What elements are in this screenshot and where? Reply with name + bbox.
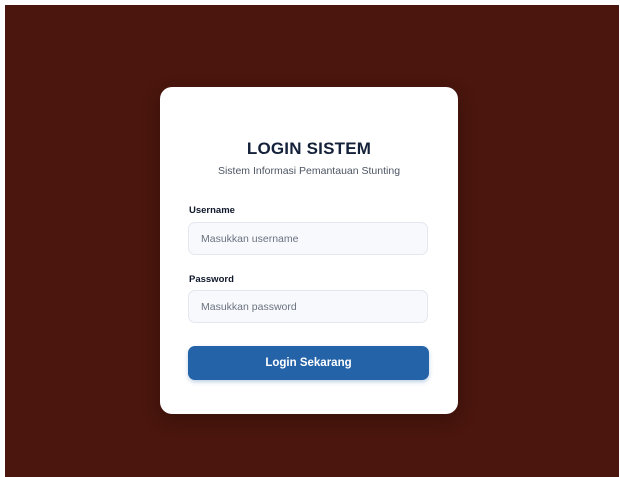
login-subtitle: Sistem Informasi Pemantauan Stunting — [217, 165, 401, 177]
login-button[interactable]: Login Sekarang — [188, 346, 429, 380]
password-label: Password — [189, 274, 234, 285]
password-input[interactable] — [188, 290, 428, 323]
login-card: LOGIN SISTEM Sistem Informasi Pemantauan… — [160, 87, 458, 414]
username-label: Username — [189, 205, 235, 216]
username-input[interactable] — [188, 222, 428, 255]
login-title: LOGIN SISTEM — [246, 139, 372, 158]
